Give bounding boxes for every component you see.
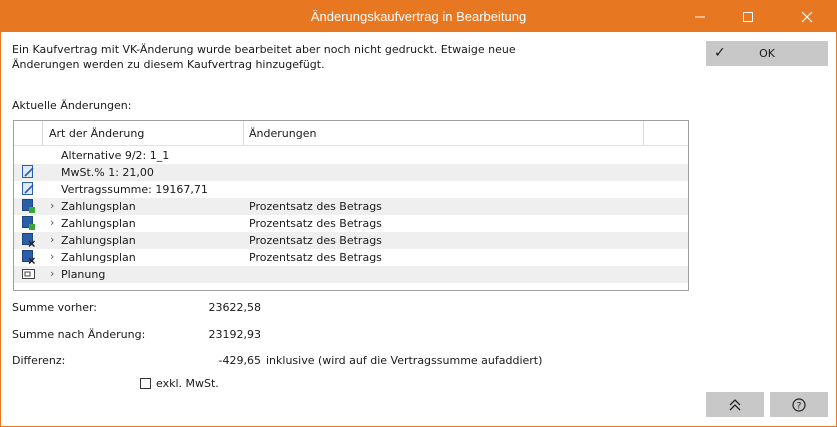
excl-vat-label: exkl. MwSt. [156,377,219,390]
changes-section-label: Aktuelle Änderungen: [12,99,132,112]
excl-vat-option[interactable]: exkl. MwSt. [140,377,219,390]
change-type: MwSt.% 1: 21,00 [61,166,154,179]
sum-after-value: 23192,93 [208,328,262,341]
sum-before-value: 23622,58 [208,301,262,314]
table-row[interactable]: › Zahlungsplan Prozentsatz des Betrags [14,249,688,266]
edit-icon [22,165,35,179]
minimize-icon [695,16,705,17]
change-detail: Prozentsatz des Betrags [249,251,382,264]
add-icon [22,199,35,213]
column-separator[interactable] [243,121,244,145]
expand-chevron-icon[interactable]: › [50,250,54,263]
difference-note: inklusive (wird auf die Vertragssumme au… [266,354,543,367]
column-separator[interactable] [643,121,644,145]
grid-header: Art der Änderung Änderungen [14,121,688,146]
column-header-changes[interactable]: Änderungen [249,127,316,140]
close-icon [801,11,813,22]
table-row[interactable]: MwSt.% 1: 21,00 [14,164,688,181]
edit-icon [22,182,35,196]
change-detail: Prozentsatz des Betrags [249,234,382,247]
title-bar: Änderungskaufvertrag in Bearbeitung [1,1,836,32]
table-row[interactable]: Alternative 9/2: 1_1 [14,147,688,164]
change-type: Zahlungsplan [61,234,136,247]
message-line-1: Ein Kaufvertrag mit VK-Änderung wurde be… [12,43,516,56]
difference-label: Differenz: [12,354,66,367]
question-circle-icon: ? [792,397,806,412]
change-type: Zahlungsplan [61,200,136,213]
remove-icon [22,250,36,265]
expand-chevron-icon[interactable]: › [50,216,54,229]
change-type: Zahlungsplan [61,217,136,230]
column-header-type[interactable]: Art der Änderung [49,127,144,140]
expand-chevron-icon[interactable]: › [50,233,54,246]
column-separator[interactable] [42,121,43,145]
expand-chevron-icon[interactable]: › [50,267,54,280]
change-detail: Prozentsatz des Betrags [249,217,382,230]
maximize-button[interactable] [725,1,771,32]
message-line-2: Änderungen werden zu diesem Kaufvertrag … [12,58,325,71]
sum-after-label: Summe nach Änderung: [12,328,146,341]
excl-vat-checkbox[interactable] [140,378,151,389]
change-type: Alternative 9/2: 1_1 [61,149,170,162]
table-row[interactable]: › Zahlungsplan Prozentsatz des Betrags [14,215,688,232]
change-detail: Prozentsatz des Betrags [249,200,382,213]
double-chevron-up-icon [729,398,741,410]
change-type: Zahlungsplan [61,251,136,264]
ok-button[interactable]: ✓ OK [706,41,828,66]
add-icon [22,216,35,230]
table-row[interactable]: › Zahlungsplan Prozentsatz des Betrags [14,232,688,249]
ok-label: OK [759,47,775,60]
maximize-icon [743,11,753,22]
minimize-button[interactable] [677,1,723,32]
difference-value: -429,65 [218,354,261,367]
svg-text:?: ? [797,401,802,411]
change-type: Vertragssumme: 19167,71 [61,183,208,196]
changes-grid[interactable]: Art der Änderung Änderungen Alternative … [13,120,689,291]
collapse-button[interactable] [706,392,764,417]
help-button[interactable]: ? [770,392,828,417]
remove-icon [22,233,36,248]
info-message: Ein Kaufvertrag mit VK-Änderung wurde be… [12,42,652,72]
sum-before-label: Summe vorher: [12,301,97,314]
change-type: Planung [61,268,106,281]
table-row[interactable]: Vertragssumme: 19167,71 [14,181,688,198]
table-row[interactable]: › Planung [14,266,688,283]
table-row[interactable]: › Zahlungsplan Prozentsatz des Betrags [14,198,688,215]
dialog-window: Änderungskaufvertrag in Bearbeitung Ein … [0,0,837,427]
checkmark-icon: ✓ [714,45,726,61]
expand-chevron-icon[interactable]: › [50,199,54,212]
folder-icon [22,267,35,281]
close-button[interactable] [784,1,830,32]
